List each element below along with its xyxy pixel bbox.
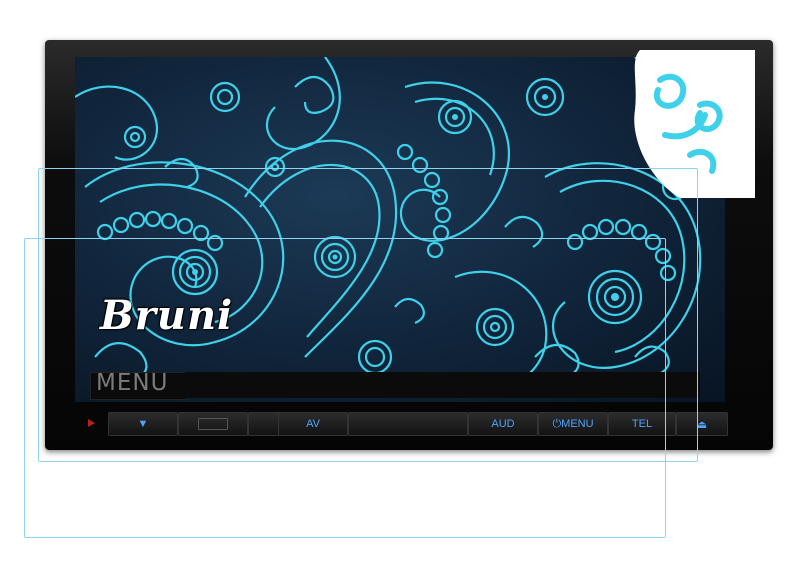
bruni-logo: Bruni — [100, 292, 234, 339]
menu-button[interactable]: ⏻MENU — [538, 412, 608, 436]
aud-button[interactable]: AUD — [468, 412, 538, 436]
disc-slot-button[interactable] — [178, 412, 248, 436]
tel-button[interactable]: TEL — [608, 412, 676, 436]
volume-down-button[interactable]: ▼ — [108, 412, 178, 436]
slot-icon — [198, 418, 228, 430]
blank-button[interactable] — [348, 412, 468, 436]
display-status-bar — [185, 372, 700, 398]
power-icon — [88, 419, 95, 427]
av-button[interactable]: AV — [278, 412, 348, 436]
eject-button[interactable]: ⏏ — [676, 412, 728, 436]
menu-label: MENU — [96, 370, 169, 396]
power-indicator — [82, 412, 100, 434]
light-reflection-graphic — [634, 50, 755, 198]
hardware-button-bar: ▼ ▲ AV AUD ⏻MENU TEL ⏏ — [82, 412, 752, 436]
